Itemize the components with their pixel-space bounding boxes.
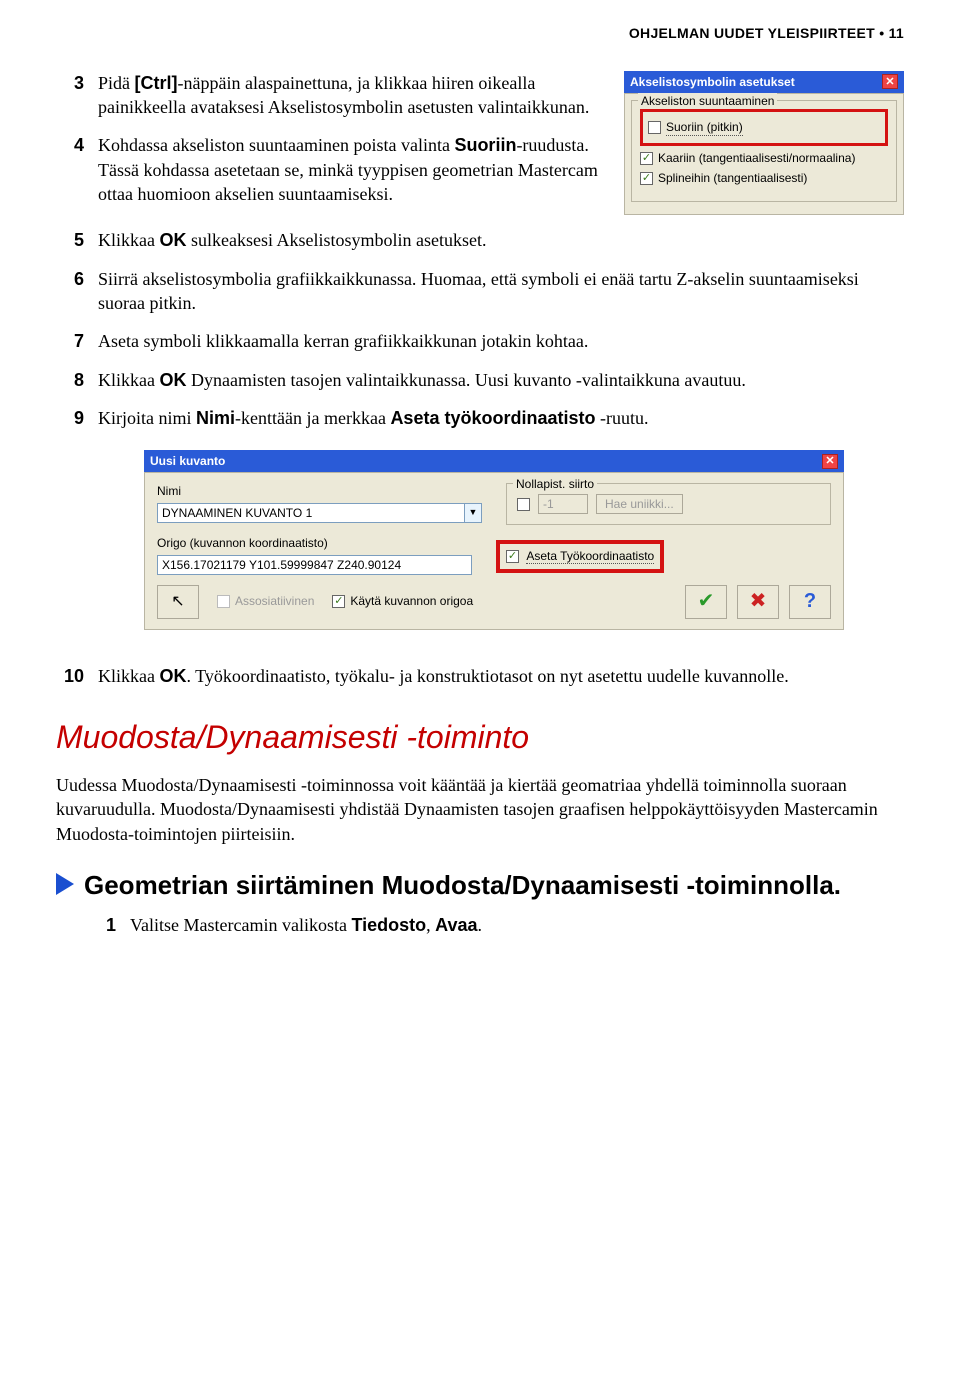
step-4-text: Kohdassa akseliston suuntaaminen poista … [98, 133, 602, 206]
step-row: 10 Klikkaa OK. Työkoordinaatisto, työkalu… [56, 664, 904, 688]
nimi-input[interactable] [157, 503, 465, 523]
suoriin-label: Suoriin (pitkin) [666, 119, 743, 136]
aseta-checkbox[interactable] [506, 550, 519, 563]
step-number: 5 [56, 228, 84, 252]
dialog2-title-text: Uusi kuvanto [150, 453, 225, 469]
splineihin-label: Splineihin (tangentiaalisesti) [658, 170, 807, 186]
origo-input[interactable] [157, 555, 472, 575]
kaariin-checkbox[interactable] [640, 152, 653, 165]
nollapist-fieldset: Nollapist. siirto Hae uniikki... [506, 483, 831, 525]
aseta-label: Aseta Työkoordinaatisto [526, 549, 654, 564]
page-header: OHJELMAN UUDET YLEISPIIRTEET • 11 [56, 24, 904, 43]
step-3-text: Pidä [Ctrl]-näppäin alaspainettuna, ja k… [98, 71, 602, 120]
cursor-arrow-icon[interactable]: ↖ [157, 585, 199, 619]
close-icon[interactable]: ✕ [822, 454, 838, 469]
step-text: Kirjoita nimi Nimi-kenttään ja merkkaa A… [98, 406, 904, 430]
cancel-button[interactable]: ✖ [737, 585, 779, 619]
dialog1-title-text: Akselistosymbolin asetukset [630, 74, 795, 90]
step-3-number: 3 [56, 71, 84, 120]
nollapist-checkbox[interactable] [517, 498, 530, 511]
step-number: 9 [56, 406, 84, 430]
dialog1-titlebar[interactable]: Akselistosymbolin asetukset ✕ [624, 71, 904, 93]
assosiatiivinen-checkbox [217, 595, 230, 608]
highlighted-option: Suoriin (pitkin) [640, 109, 888, 146]
origo-label: Origo (kuvannon koordinaatisto) [157, 535, 472, 551]
kaariin-label: Kaariin (tangentiaalisesti/normaalina) [658, 150, 855, 166]
step-number: 8 [56, 368, 84, 392]
fieldset-legend: Akseliston suuntaaminen [638, 93, 777, 109]
suoriin-checkbox[interactable] [648, 121, 661, 134]
section-title: Muodosta/Dynaamisesti -toiminto [56, 716, 904, 759]
step-4: 4 Kohdassa akseliston suuntaaminen poist… [56, 133, 602, 206]
step-text: Aseta symboli klikkaamalla kerran grafii… [98, 329, 904, 353]
dialog2-titlebar[interactable]: Uusi kuvanto ✕ [144, 450, 844, 472]
nimi-label: Nimi [157, 483, 482, 499]
axis-symbol-settings-dialog: Akselistosymbolin asetukset ✕ Akseliston… [624, 71, 904, 215]
step-number: 6 [56, 267, 84, 316]
kayta-origoa-label: Käytä kuvannon origoa [350, 593, 473, 609]
step-row: 5 Klikkaa OK sulkeaksesi Akselistosymboli… [56, 228, 904, 252]
kayta-origoa-checkbox[interactable] [332, 595, 345, 608]
triangle-bullet-icon [56, 873, 74, 895]
ok-button[interactable]: ✔ [685, 585, 727, 619]
step-text: Valitse Mastercamin valikosta Tiedosto, … [130, 913, 904, 937]
splineihin-checkbox[interactable] [640, 172, 653, 185]
step-text: Siirrä akselistosymbolia grafiikkaikkuna… [98, 267, 904, 316]
step-3: 3 Pidä [Ctrl]-näppäin alaspainettuna, ja… [56, 71, 602, 120]
step-4-number: 4 [56, 133, 84, 206]
step-number: 7 [56, 329, 84, 353]
close-icon[interactable]: ✕ [882, 74, 898, 89]
assosiatiivinen-label: Assosiatiivinen [235, 593, 314, 609]
step-row: 6 Siirrä akselistosymbolia grafiikkaikkun… [56, 267, 904, 316]
step-row: 7 Aseta symboli klikkaamalla kerran grafi… [56, 329, 904, 353]
step-number: 1 [88, 913, 116, 937]
step-row: 1 Valitse Mastercamin valikosta Tiedosto,… [88, 913, 904, 937]
subsection-title: Geometrian siirtäminen Muodosta/Dynaamis… [84, 868, 841, 903]
step-text: Klikkaa OK Dynaamisten tasojen valintaik… [98, 368, 904, 392]
step-row: 9 Kirjoita nimi Nimi-kenttään ja merkkaa … [56, 406, 904, 430]
help-button[interactable]: ? [789, 585, 831, 619]
hae-uniikki-button: Hae uniikki... [596, 494, 683, 514]
uusi-kuvanto-dialog: Uusi kuvanto ✕ Nimi ▼ Nollapist. siirto … [144, 450, 844, 629]
nollapist-value [538, 494, 588, 514]
nollapist-legend: Nollapist. siirto [513, 476, 597, 492]
step-row: 8 Klikkaa OK Dynaamisten tasojen valintai… [56, 368, 904, 392]
step-text: Klikkaa OK. Työkoordinaatisto, työkalu- … [98, 664, 904, 688]
step-number: 10 [56, 664, 84, 688]
section-paragraph: Uudessa Muodosta/Dynaamisesti -toiminnos… [56, 773, 904, 846]
chevron-down-icon[interactable]: ▼ [465, 503, 482, 523]
step-text: Klikkaa OK sulkeaksesi Akselistosymbolin… [98, 228, 904, 252]
axis-orientation-fieldset: Akseliston suuntaaminen Suoriin (pitkin)… [631, 100, 897, 202]
highlighted-aseta-option: Aseta Työkoordinaatisto [496, 540, 664, 573]
